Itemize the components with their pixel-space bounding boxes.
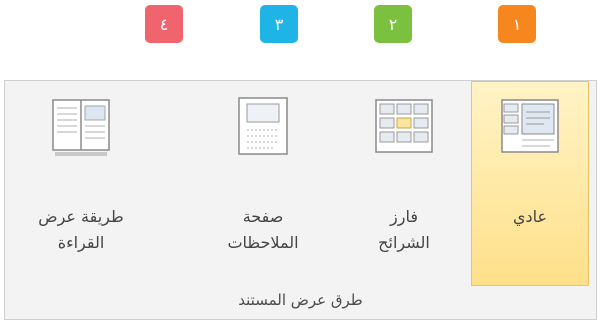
slide-sorter-label: فارز الشرائح <box>353 204 455 256</box>
slide-sorter-label-line2: الشرائح <box>378 233 430 252</box>
presentation-views-group: طريقة عرض القراءة صفحة الملاحظات فارز ال… <box>4 80 597 320</box>
notes-page-button[interactable]: صفحة الملاحظات <box>201 81 325 286</box>
slide-sorter-icon <box>375 99 433 153</box>
notes-page-label-line2: الملاحظات <box>227 233 299 252</box>
badge-1-label: ١ <box>512 14 522 34</box>
reading-view-label-line2: القراءة <box>57 233 105 252</box>
normal-view-button[interactable]: عادي <box>471 81 589 286</box>
notes-page-label-line1: صفحة <box>242 207 284 226</box>
slide-sorter-button[interactable]: فارز الشرائح <box>350 81 458 286</box>
notes-page-icon <box>238 97 288 155</box>
badge-4-label: ٤ <box>159 14 169 34</box>
badge-3-label: ٣ <box>274 14 284 34</box>
reading-view-label-line1: طريقة عرض <box>38 207 124 226</box>
reading-view-button[interactable]: طريقة عرض القراءة <box>21 81 141 286</box>
normal-view-label: عادي <box>474 204 586 230</box>
reading-view-icon <box>52 99 110 156</box>
badge-4: ٤ <box>145 5 183 43</box>
normal-view-label-line1: عادي <box>512 207 548 226</box>
group-label: طرق عرض المستند <box>238 291 363 309</box>
normal-view-icon <box>501 99 559 153</box>
badge-2-label: ٢ <box>388 14 398 34</box>
badge-1: ١ <box>498 5 536 43</box>
badge-2: ٢ <box>374 5 412 43</box>
slide-sorter-label-line1: فارز <box>390 207 418 226</box>
notes-page-label: صفحة الملاحظات <box>204 204 322 256</box>
reading-view-label: طريقة عرض القراءة <box>24 204 138 256</box>
badge-3: ٣ <box>260 5 298 43</box>
